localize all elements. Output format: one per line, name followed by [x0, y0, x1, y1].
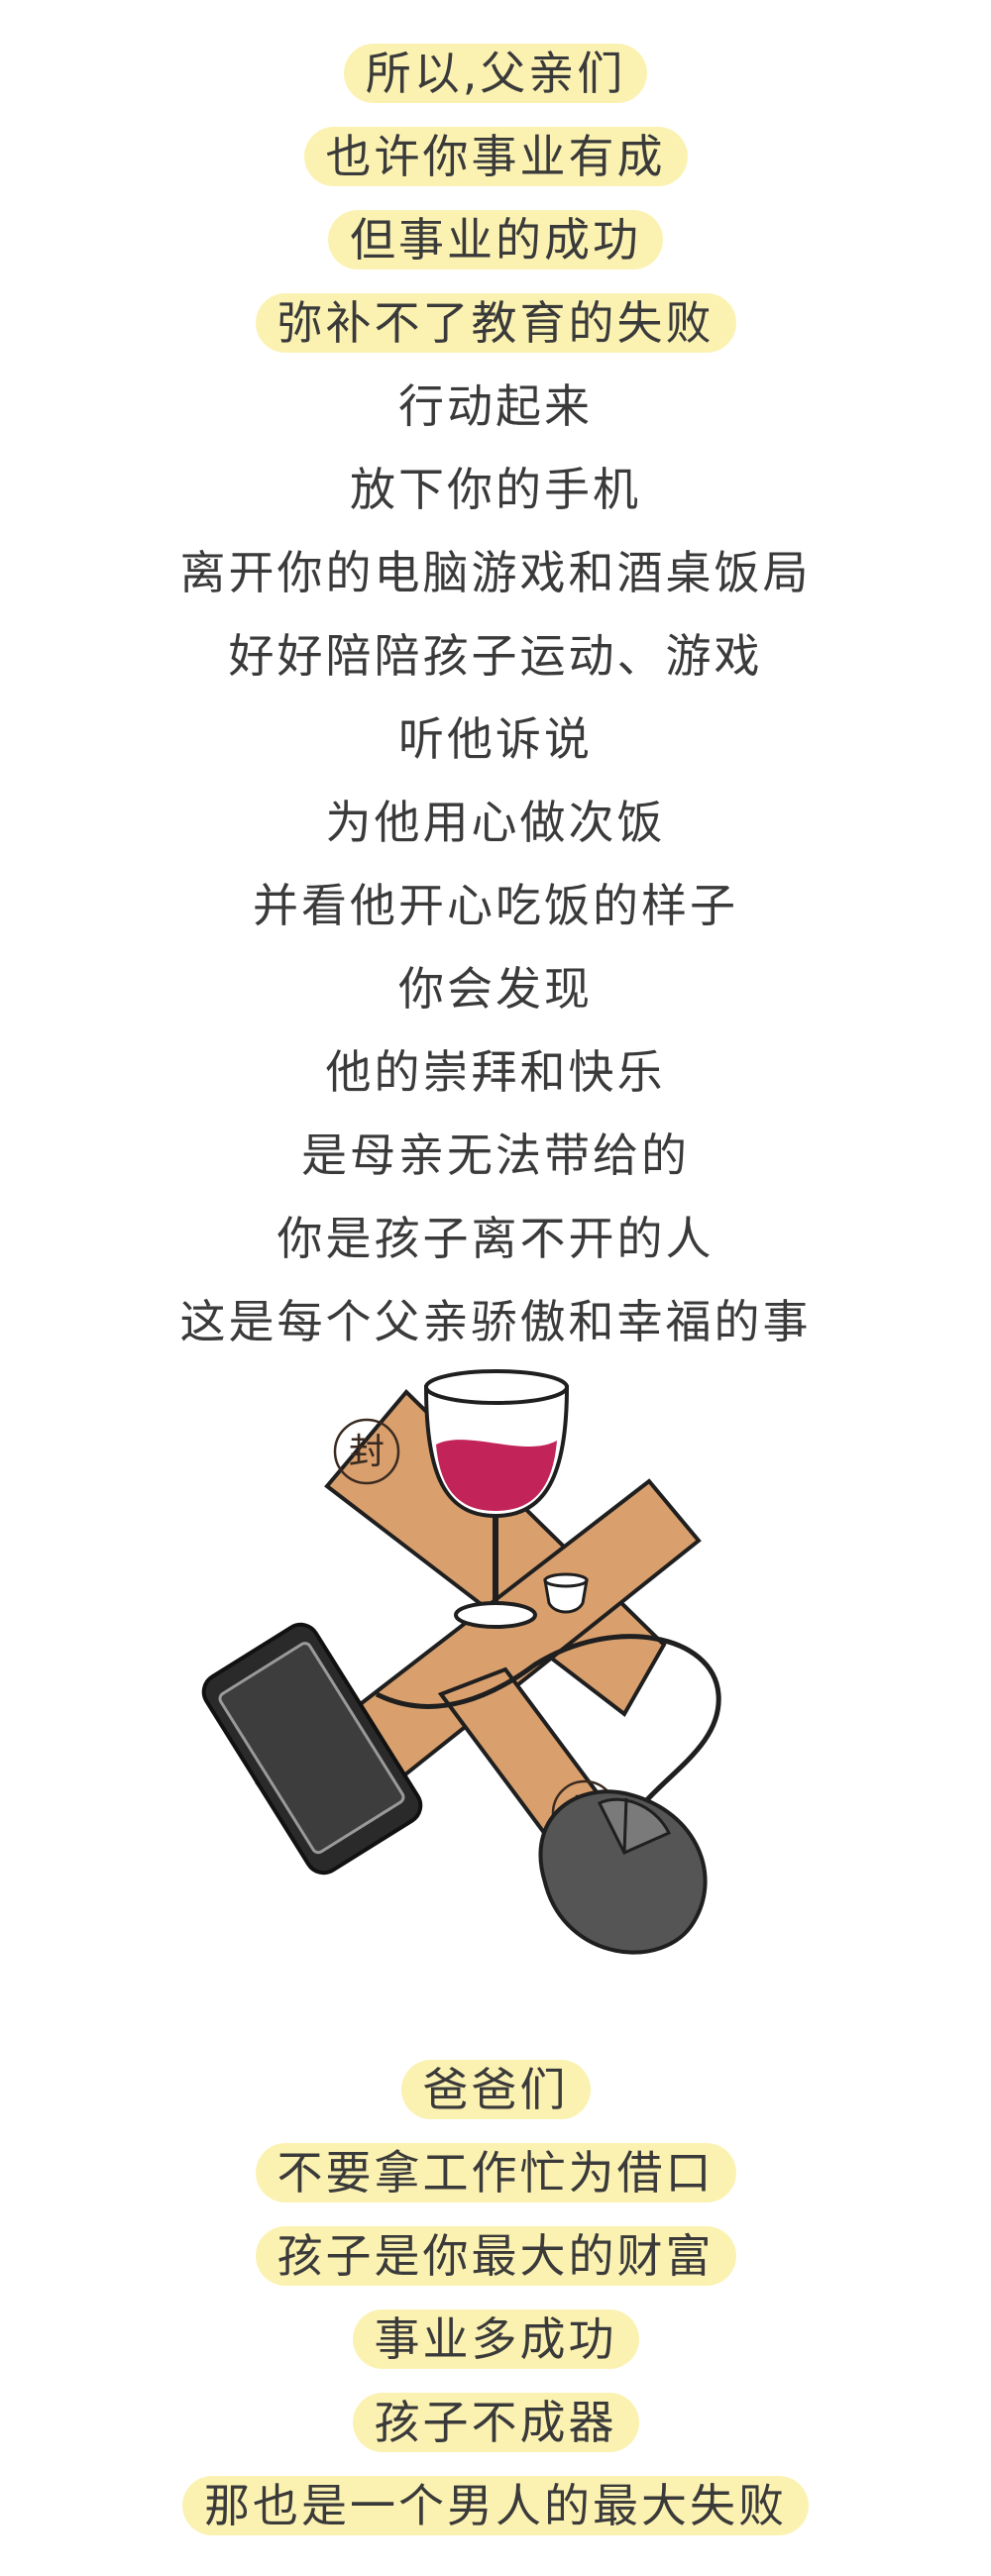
line-text: 是母亲无法带给的 — [301, 1128, 690, 1182]
line-text: 也许你事业有成 — [303, 127, 688, 186]
text-line: 爸爸们 — [0, 2048, 991, 2131]
small-cup-icon — [543, 1572, 589, 1614]
text-line: 所以,父亲们 — [0, 32, 991, 115]
line-text: 你会发现 — [398, 962, 593, 1016]
text-line: 但事业的成功 — [0, 198, 991, 281]
line-text: 弥补不了教育的失败 — [255, 293, 736, 353]
line-text: 你是孩子离不开的人 — [276, 1212, 715, 1265]
text-line: 事业多成功 — [0, 2298, 991, 2381]
line-text: 放下你的手机 — [350, 463, 641, 516]
line-text: 并看他开心吃饭的样子 — [253, 879, 738, 932]
seal-char: 封 — [349, 1432, 385, 1472]
line-text: 他的崇拜和快乐 — [325, 1045, 666, 1099]
text-line: 并看他开心吃饭的样子 — [0, 864, 991, 947]
line-text: 那也是一个男人的最大失败 — [182, 2476, 809, 2535]
line-text: 孩子不成器 — [352, 2393, 639, 2452]
text-line: 为他用心做次饭 — [0, 781, 991, 864]
line-text: 所以,父亲们 — [343, 44, 648, 103]
text-line: 是母亲无法带给的 — [0, 1114, 991, 1197]
text-line: 离开你的电脑游戏和酒桌饭局 — [0, 531, 991, 614]
text-line: 听他诉说 — [0, 698, 991, 781]
line-text: 好好陪陪孩子运动、游戏 — [228, 629, 763, 683]
text-line: 这是每个父亲骄傲和幸福的事 — [0, 1280, 991, 1363]
line-text: 事业多成功 — [352, 2309, 639, 2369]
text-line: 你会发现 — [0, 947, 991, 1030]
cup-rim — [543, 1572, 589, 1588]
computer-mouse-icon — [538, 1789, 708, 1955]
line-text: 孩子是你最大的财富 — [255, 2226, 736, 2286]
line-text: 这是每个父亲骄傲和幸福的事 — [179, 1295, 812, 1348]
text-line: 你是孩子离不开的人 — [0, 1197, 991, 1280]
line-text: 离开你的电脑游戏和酒桌饭局 — [179, 546, 812, 599]
top-text-block: 所以,父亲们 也许你事业有成 但事业的成功 弥补不了教育的失败 行动起来 放下你… — [0, 32, 991, 1363]
text-line: 弥补不了教育的失败 — [0, 281, 991, 365]
line-text: 为他用心做次饭 — [325, 796, 666, 849]
line-text: 听他诉说 — [398, 712, 593, 766]
text-line: 那也是一个男人的最大失败 — [0, 2464, 991, 2547]
line-text: 爸爸们 — [400, 2060, 591, 2119]
line-text: 不要拿工作忙为借口 — [255, 2143, 736, 2202]
text-line: 放下你的手机 — [0, 448, 991, 531]
mouse-divider — [622, 1797, 628, 1854]
text-line: 孩子是你最大的财富 — [0, 2214, 991, 2298]
text-line: 好好陪陪孩子运动、游戏 — [0, 614, 991, 698]
text-line: 行动起来 — [0, 365, 991, 448]
text-line: 也许你事业有成 — [0, 115, 991, 198]
text-line: 孩子不成器 — [0, 2381, 991, 2464]
line-text: 但事业的成功 — [328, 210, 663, 269]
sealed-devices-illustration: 封 封 — [201, 1369, 721, 1955]
glass-base — [454, 1601, 537, 1629]
line-text: 行动起来 — [398, 379, 593, 433]
glass-rim — [424, 1369, 569, 1405]
bottom-text-block: 爸爸们 不要拿工作忙为借口 孩子是你最大的财富 事业多成功 孩子不成器 那也是一… — [0, 2048, 991, 2547]
text-line: 他的崇拜和快乐 — [0, 1030, 991, 1114]
text-line: 不要拿工作忙为借口 — [0, 2131, 991, 2214]
